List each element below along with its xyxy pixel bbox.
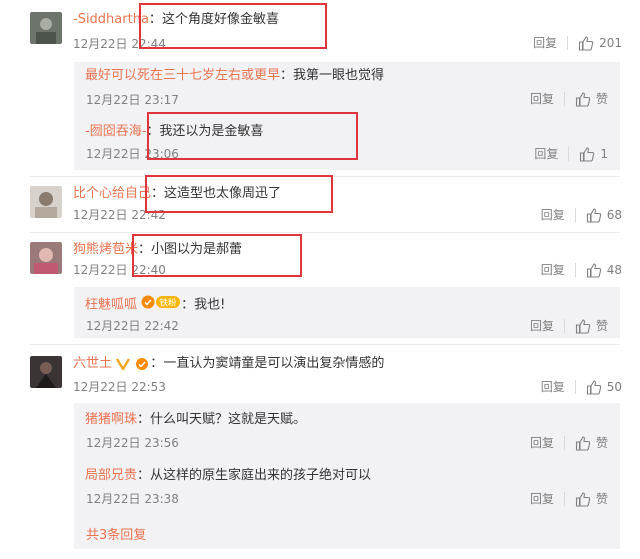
annotation-box xyxy=(147,112,358,160)
thumbs-up-icon xyxy=(580,147,595,162)
action-divider xyxy=(563,92,565,106)
comment-username[interactable]: 比个心给自己 xyxy=(73,186,151,201)
like-button[interactable]: 赞 xyxy=(575,318,608,334)
reply-time: 12月22日 22:42 xyxy=(86,319,179,333)
like-button[interactable]: 68 xyxy=(586,207,622,223)
like-count: 1 xyxy=(600,147,608,161)
comment-text: 一直认为窦靖童是可以演出复杂情感的 xyxy=(163,356,385,371)
fan-badge-label: 铁粉 xyxy=(160,298,178,309)
comment-actions: 回复 68 xyxy=(541,207,622,223)
reply-username[interactable]: 最好可以死在三十七岁左右或更早 xyxy=(85,68,280,83)
more-replies-link[interactable]: 共3条回复 xyxy=(86,524,146,543)
like-count: 赞 xyxy=(595,436,608,450)
action-divider xyxy=(574,208,576,222)
reply-actions: 回复 赞 xyxy=(530,91,608,107)
like-button[interactable]: 1 xyxy=(579,146,608,162)
thumbs-up-icon xyxy=(575,492,591,507)
reply-button[interactable]: 回复 xyxy=(530,435,554,451)
thumbs-up-icon xyxy=(575,92,591,107)
like-button[interactable]: 50 xyxy=(586,379,622,395)
action-divider xyxy=(567,36,569,50)
comment-divider xyxy=(30,232,620,233)
like-count: 68 xyxy=(606,208,622,222)
like-button[interactable]: 赞 xyxy=(575,491,608,507)
action-divider xyxy=(563,492,565,506)
like-count: 赞 xyxy=(595,92,608,106)
comment-divider xyxy=(30,344,620,345)
thumbs-up-icon xyxy=(579,36,594,51)
reply-actions: 回复 赞 xyxy=(530,435,608,451)
reply-username[interactable]: 枉魅呱呱 xyxy=(85,298,137,313)
reply-time: 12月22日 23:56 xyxy=(86,436,179,450)
thumbs-up-icon xyxy=(586,380,601,395)
reply-time: 12月22日 23:17 xyxy=(86,93,179,107)
thumbs-up-icon xyxy=(575,319,591,334)
reply-button[interactable]: 回复 xyxy=(541,262,565,278)
comment-time: 12月22日 22:53 xyxy=(73,380,166,394)
avatar[interactable] xyxy=(30,186,62,218)
reply-button[interactable]: 回复 xyxy=(530,91,554,107)
comment-list: -Siddhartha：这个角度好像金敏喜 12月22日 22:44 回复 20… xyxy=(0,0,640,559)
like-button[interactable]: 48 xyxy=(586,262,622,278)
thumbs-up-icon xyxy=(575,436,591,451)
reply-username[interactable]: -囫囵吞海- xyxy=(85,124,146,139)
action-divider xyxy=(563,319,565,333)
reply-text: 什么叫天赋？这就是天赋。 xyxy=(150,412,307,427)
like-count: 赞 xyxy=(595,492,608,506)
avatar[interactable] xyxy=(30,242,62,274)
avatar[interactable] xyxy=(30,12,62,44)
comment-username[interactable]: 六世土 xyxy=(73,356,112,371)
action-divider xyxy=(574,263,576,277)
fan-medal-icon xyxy=(136,357,149,370)
annotation-box xyxy=(132,234,302,277)
like-count: 赞 xyxy=(595,319,608,333)
like-button[interactable]: 赞 xyxy=(575,435,608,451)
comment-username[interactable]: 狗熊烤苞米 xyxy=(73,242,138,257)
like-count: 48 xyxy=(606,263,622,277)
like-button[interactable]: 赞 xyxy=(575,91,608,107)
reply-text: 我也! xyxy=(194,297,226,313)
reply-button[interactable]: 回复 xyxy=(541,207,565,223)
reply-text: 我第一眼也觉得 xyxy=(293,68,385,83)
reply-time: 12月22日 23:38 xyxy=(86,492,179,506)
comment-actions: 回复 50 xyxy=(541,379,622,395)
reply-button[interactable]: 回复 xyxy=(533,35,557,51)
like-count: 201 xyxy=(599,36,622,50)
action-divider xyxy=(563,436,565,450)
action-divider xyxy=(568,147,570,161)
reply-button[interactable]: 回复 xyxy=(530,318,554,334)
comment-actions: 回复 48 xyxy=(541,262,622,278)
annotation-box xyxy=(145,175,333,213)
vip-v-icon xyxy=(116,357,131,370)
fan-badge: 铁粉 xyxy=(141,294,181,316)
reply-actions: 回复 赞 xyxy=(530,491,608,507)
reply-button[interactable]: 回复 xyxy=(530,491,554,507)
reply-box: 猪猪啊珠：什么叫天赋？这就是天赋。 12月22日 23:56 回复 赞 局部兄贵… xyxy=(74,403,620,549)
reply-username[interactable]: 局部兄贵 xyxy=(85,468,137,483)
comment-actions: 回复 201 xyxy=(533,35,622,51)
reply-text: 从这样的原生家庭出来的孩子绝对可以 xyxy=(150,468,372,483)
like-count: 50 xyxy=(606,380,622,394)
annotation-box xyxy=(139,3,327,49)
thumbs-up-icon xyxy=(586,208,601,223)
reply-actions: 回复 1 xyxy=(534,146,608,162)
avatar[interactable] xyxy=(30,356,62,388)
reply-username[interactable]: 猪猪啊珠 xyxy=(85,412,137,427)
comment-username[interactable]: -Siddhartha xyxy=(73,12,149,27)
reply-button[interactable]: 回复 xyxy=(534,146,558,162)
reply-actions: 回复 赞 xyxy=(530,318,608,334)
reply-button[interactable]: 回复 xyxy=(541,379,565,395)
action-divider xyxy=(574,380,576,394)
reply-box: 枉魅呱呱 铁粉 ：我也! 12月22日 22:42 回复 赞 xyxy=(74,287,620,338)
like-button[interactable]: 201 xyxy=(578,35,622,51)
thumbs-up-icon xyxy=(586,263,601,278)
